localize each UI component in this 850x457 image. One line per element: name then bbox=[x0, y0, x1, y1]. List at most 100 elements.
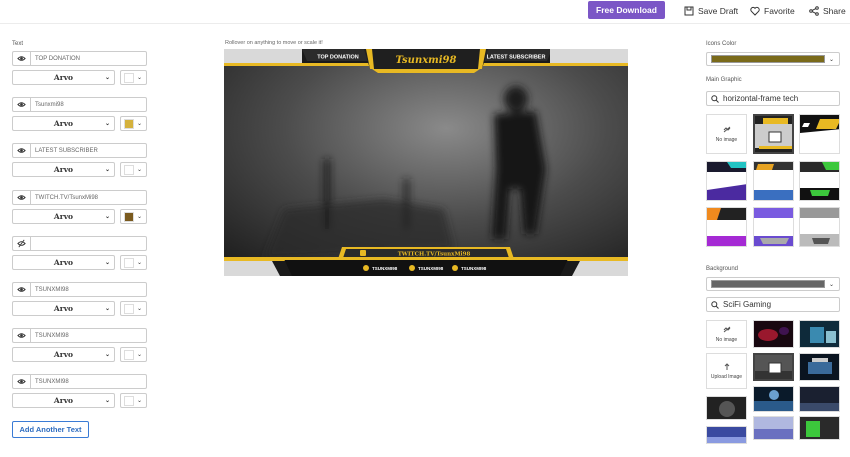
main-graphic-none[interactable]: No image bbox=[706, 114, 747, 154]
background-search[interactable]: SciFi Gaming bbox=[706, 297, 840, 312]
visibility-toggle[interactable] bbox=[12, 374, 30, 389]
text-row-7: TSUNXMI98 bbox=[12, 328, 147, 343]
overlay-canvas[interactable]: TOP DONATION Tsunxmi98 LATEST SUBSCRIBER… bbox=[224, 49, 628, 276]
color-swatch bbox=[124, 349, 134, 360]
save-draft-button[interactable]: Save Draft bbox=[684, 4, 738, 18]
background-option-selected[interactable] bbox=[753, 353, 794, 381]
chevron-down-icon: ⌄ bbox=[137, 167, 143, 173]
main-graphic-option[interactable] bbox=[799, 207, 840, 247]
chevron-down-icon: ⌄ bbox=[104, 75, 110, 81]
text-input[interactable]: TOP DONATION bbox=[30, 51, 147, 66]
color-select[interactable]: ⌄ bbox=[120, 70, 147, 85]
text-input[interactable] bbox=[30, 236, 147, 251]
eye-icon bbox=[17, 100, 26, 109]
font-select[interactable]: Arvo ⌄ bbox=[12, 70, 115, 85]
text-input[interactable]: LATEST SUBSCRIBER bbox=[30, 143, 147, 158]
font-select[interactable]: Arvo ⌄ bbox=[12, 301, 115, 316]
eye-icon bbox=[17, 54, 26, 63]
font-select[interactable]: Arvo ⌄ bbox=[12, 393, 115, 408]
free-download-button[interactable]: Free Download bbox=[588, 1, 665, 19]
color-select[interactable]: ⌄ bbox=[120, 116, 147, 131]
background-option[interactable] bbox=[799, 386, 840, 412]
chevron-down-icon: ⌄ bbox=[104, 167, 110, 173]
favorite-button[interactable]: Favorite bbox=[750, 4, 795, 18]
upload-icon bbox=[724, 362, 729, 370]
background-option[interactable] bbox=[706, 426, 747, 444]
no-image-label: No image bbox=[715, 136, 738, 143]
color-swatch bbox=[124, 72, 134, 83]
main-graphic-option-selected[interactable] bbox=[753, 114, 794, 154]
text-input[interactable]: TSUNXMI98 bbox=[30, 328, 147, 343]
background-none[interactable]: No image bbox=[706, 320, 747, 348]
chevron-down-icon: ⌄ bbox=[137, 214, 143, 220]
background-option[interactable] bbox=[799, 320, 840, 348]
social-name-1: TSUNXMI98 bbox=[372, 266, 398, 271]
main-graphic-option[interactable] bbox=[799, 161, 840, 201]
text-row-4: TWITCH.TV/TsunxMi98 bbox=[12, 190, 147, 205]
font-select[interactable]: Arvo ⌄ bbox=[12, 255, 115, 270]
text-style-row-1: Arvo ⌄ ⌄ bbox=[12, 70, 147, 85]
visibility-toggle[interactable] bbox=[12, 51, 30, 66]
text-input[interactable]: TWITCH.TV/TsunxMi98 bbox=[30, 190, 147, 205]
icons-color-select[interactable]: ⌄ bbox=[706, 52, 840, 66]
visibility-toggle[interactable] bbox=[12, 190, 30, 205]
visibility-toggle[interactable] bbox=[12, 282, 30, 297]
font-select[interactable]: Arvo ⌄ bbox=[12, 209, 115, 224]
text-style-row-3: Arvo ⌄ ⌄ bbox=[12, 162, 147, 177]
main-graphic-option[interactable] bbox=[799, 114, 840, 154]
font-select-value: Arvo bbox=[53, 304, 74, 313]
text-input[interactable]: TSUNXMI98 bbox=[30, 374, 147, 389]
color-select[interactable]: ⌄ bbox=[120, 393, 147, 408]
main-graphic-search[interactable]: horizontal-frame tech bbox=[706, 91, 840, 106]
text-input[interactable]: Tsunxmi98 bbox=[30, 97, 147, 112]
main-graphic-option[interactable] bbox=[753, 207, 794, 247]
main-graphic-option[interactable] bbox=[753, 161, 794, 201]
main-graphic-option[interactable] bbox=[706, 207, 747, 247]
color-select[interactable]: ⌄ bbox=[120, 162, 147, 177]
color-swatch bbox=[124, 395, 134, 406]
background-option[interactable] bbox=[753, 386, 794, 412]
color-select[interactable]: ⌄ bbox=[120, 301, 147, 316]
eye-icon bbox=[17, 285, 26, 294]
heart-icon bbox=[750, 6, 760, 16]
chevron-down-icon: ⌄ bbox=[104, 214, 110, 220]
text-input[interactable]: TSUNXMI98 bbox=[30, 282, 147, 297]
visibility-toggle-hidden[interactable] bbox=[12, 236, 30, 251]
visibility-toggle[interactable] bbox=[12, 143, 30, 158]
text-row-2: Tsunxmi98 bbox=[12, 97, 147, 112]
visibility-toggle[interactable] bbox=[12, 328, 30, 343]
share-button[interactable]: Share bbox=[809, 4, 846, 18]
text-style-row-6: Arvo ⌄ ⌄ bbox=[12, 301, 147, 316]
add-another-text-button[interactable]: Add Another Text bbox=[12, 421, 89, 438]
font-select[interactable]: Arvo ⌄ bbox=[12, 162, 115, 177]
font-select-value: Arvo bbox=[53, 73, 74, 82]
social-icon-3 bbox=[452, 265, 458, 271]
social-name-2: TSUNXMI98 bbox=[418, 266, 444, 271]
font-select[interactable]: Arvo ⌄ bbox=[12, 116, 115, 131]
chevron-down-icon: ⌄ bbox=[137, 306, 143, 312]
background-option[interactable] bbox=[753, 320, 794, 348]
search-icon bbox=[711, 300, 719, 309]
background-color-select[interactable]: ⌄ bbox=[706, 277, 840, 291]
eye-icon bbox=[17, 193, 26, 202]
font-select[interactable]: Arvo ⌄ bbox=[12, 347, 115, 362]
save-icon bbox=[684, 6, 694, 16]
upload-image-button[interactable]: Upload Image bbox=[706, 353, 747, 389]
background-color-swatch bbox=[711, 280, 825, 288]
no-image-label: No image bbox=[715, 336, 738, 343]
background-search-text: SciFi Gaming bbox=[723, 300, 772, 309]
chevron-down-icon: ⌄ bbox=[137, 352, 143, 358]
color-select[interactable]: ⌄ bbox=[120, 209, 147, 224]
background-option[interactable] bbox=[753, 416, 794, 440]
color-select[interactable]: ⌄ bbox=[120, 255, 147, 270]
color-select[interactable]: ⌄ bbox=[120, 347, 147, 362]
eye-icon bbox=[17, 377, 26, 386]
visibility-toggle[interactable] bbox=[12, 97, 30, 112]
background-option[interactable] bbox=[706, 396, 747, 420]
main-graphic-option[interactable] bbox=[706, 161, 747, 201]
main-graphic-search-text: horizontal-frame tech bbox=[723, 94, 799, 103]
chevron-down-icon: ⌄ bbox=[104, 352, 110, 358]
background-option[interactable] bbox=[799, 353, 840, 381]
background-option[interactable] bbox=[799, 416, 840, 440]
chevron-down-icon: ⌄ bbox=[137, 260, 143, 266]
